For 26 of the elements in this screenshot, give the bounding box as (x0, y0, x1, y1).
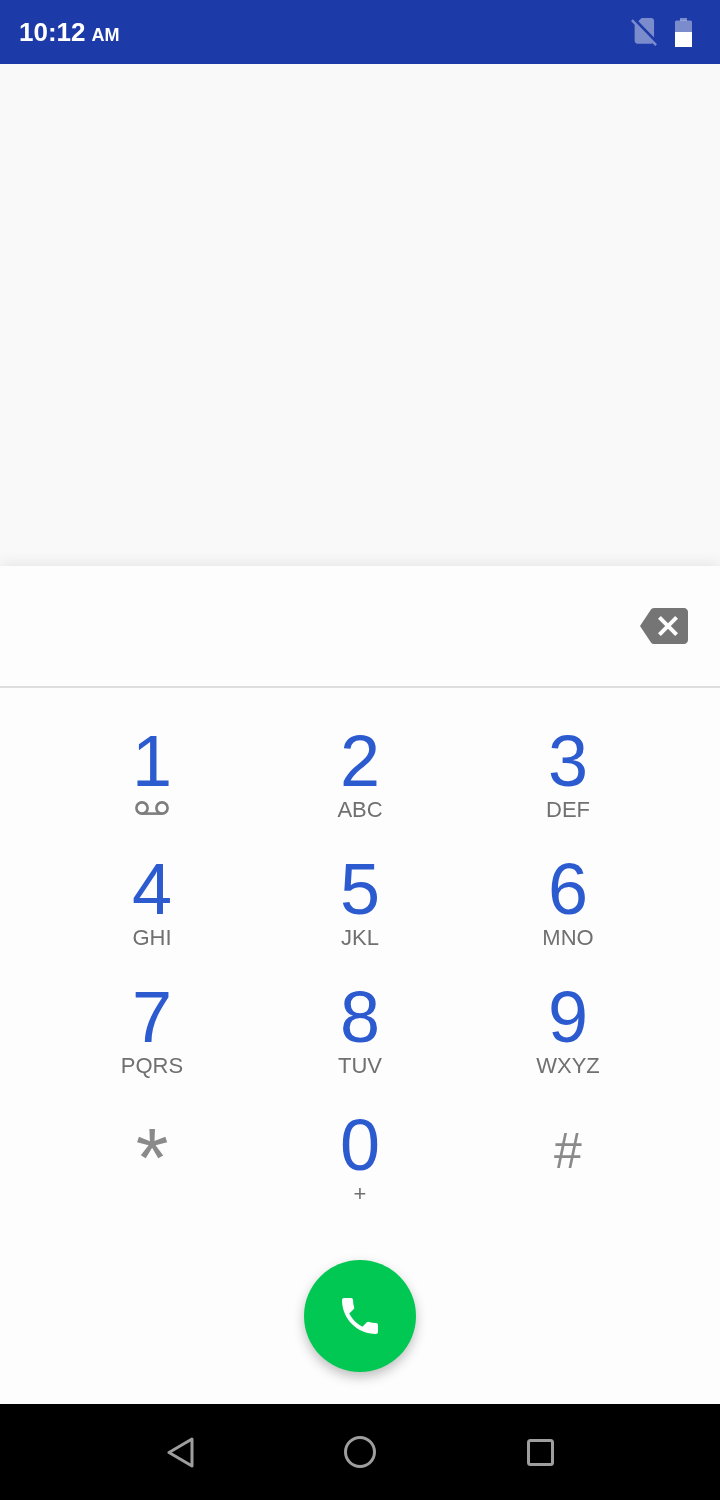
clock-period: AM (91, 25, 120, 46)
dial-key[interactable]: * (90, 1103, 214, 1215)
dial-key[interactable]: 2 ABC (298, 719, 422, 831)
dial-key[interactable]: # (506, 1103, 630, 1215)
voicemail-icon (135, 801, 169, 816)
clock-time: 10:12 (19, 17, 86, 47)
dial-key[interactable]: 0 + (298, 1103, 422, 1215)
no-sim-icon (631, 18, 657, 46)
dial-key[interactable]: 8 TUV (298, 975, 422, 1087)
home-button[interactable] (344, 1436, 376, 1468)
triangle-icon (166, 1436, 194, 1468)
dial-key[interactable]: 3 DEF (506, 719, 630, 831)
dial-key[interactable]: 9 WXYZ (506, 975, 630, 1087)
back-button[interactable] (166, 1436, 194, 1468)
battery-icon (675, 17, 692, 47)
dial-key[interactable]: 6 MNO (506, 847, 630, 959)
dial-key[interactable]: 1 (90, 719, 214, 831)
circle-icon (344, 1436, 376, 1468)
backspace-icon (640, 608, 688, 644)
dial-key[interactable]: 5 JKL (298, 847, 422, 959)
backspace-button[interactable] (640, 608, 688, 644)
recents-button[interactable] (526, 1438, 554, 1466)
dial-key[interactable]: 7 PQRS (90, 975, 214, 1087)
phone-icon (342, 1298, 378, 1334)
square-icon (526, 1438, 554, 1466)
dial-key[interactable]: 4 GHI (90, 847, 214, 959)
